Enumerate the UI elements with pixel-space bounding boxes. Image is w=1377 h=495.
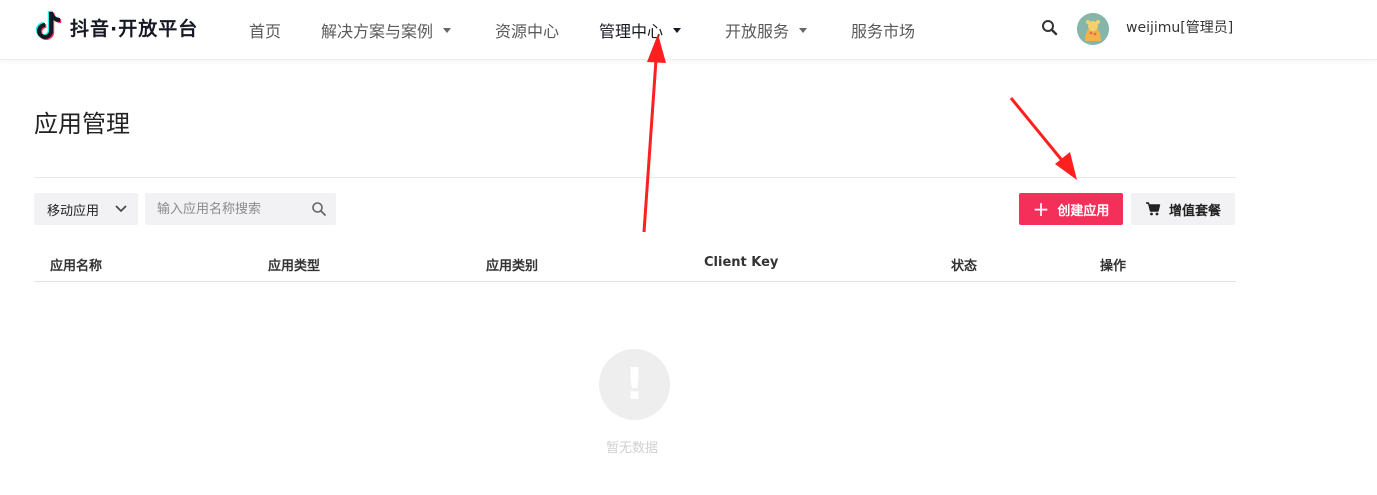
chevron-down-icon — [115, 205, 127, 213]
nav-item-label: 管理中心 — [599, 22, 664, 41]
plus-icon: + — [1032, 197, 1050, 221]
search-icon[interactable] — [311, 201, 327, 217]
create-app-button[interactable]: + 创建应用 — [1019, 193, 1123, 225]
nav-item-solutions[interactable]: 解决方案与案例 — [321, 0, 452, 60]
app-search-box — [145, 193, 336, 225]
column-header-app-type: 应用类型 — [268, 259, 321, 274]
nav-item-label: 首页 — [249, 22, 282, 41]
nav-item-label: 服务市场 — [851, 22, 916, 41]
column-header-client-key: Client Key — [704, 255, 779, 270]
divider — [34, 177, 1236, 178]
column-header-actions: 操作 — [1100, 259, 1127, 274]
nav-item-label: 开放服务 — [725, 22, 790, 41]
column-header-status: 状态 — [951, 259, 978, 274]
avatar[interactable] — [1077, 13, 1109, 45]
nav-item-label: 解决方案与案例 — [321, 22, 434, 41]
caret-down-icon — [443, 27, 452, 33]
douyin-logo-icon — [35, 10, 62, 40]
nav-item-open-services[interactable]: 开放服务 — [725, 0, 808, 60]
avatar-image — [1077, 13, 1109, 45]
nav-item-service-market[interactable]: 服务市场 — [851, 0, 915, 60]
caret-down-icon — [799, 27, 808, 33]
page-title: 应用管理 — [34, 110, 130, 138]
annotation-arrow-to-nav — [642, 34, 666, 233]
nav-item-resources[interactable]: 资源中心 — [495, 0, 559, 60]
annotation-arrow-to-create — [1009, 97, 1077, 180]
table-header-divider — [34, 281, 1236, 282]
nav-item-label: 资源中心 — [495, 22, 560, 41]
empty-state-text: 暂无数据 — [606, 441, 659, 456]
brand-logo[interactable]: 抖音·开放平台 — [34, 10, 198, 44]
caret-down-icon — [673, 27, 682, 33]
platform-select-value: 移动应用 — [47, 203, 100, 219]
search-icon[interactable] — [1040, 18, 1060, 38]
platform-select[interactable]: 移动应用 — [34, 193, 138, 225]
create-app-label: 创建应用 — [1057, 203, 1110, 219]
column-header-app-category: 应用类别 — [486, 259, 539, 274]
value-added-package-button[interactable]: 增值套餐 — [1131, 193, 1235, 225]
nav-item-home[interactable]: 首页 — [249, 0, 281, 60]
top-navigation-bar: 抖音·开放平台 首页 解决方案与案例 资源中心 管理中心 开放服务 服务市场 w… — [0, 0, 1377, 60]
annotation-overlay — [642, 34, 1077, 233]
username[interactable]: weijimu[管理员] — [1126, 17, 1233, 37]
exclamation-icon: ! — [599, 349, 670, 420]
value-added-package-label: 增值套餐 — [1168, 203, 1221, 219]
app-search-input[interactable] — [145, 193, 305, 225]
brand-name: 抖音·开放平台 — [70, 17, 199, 40]
cart-icon — [1145, 202, 1161, 216]
column-header-app-name: 应用名称 — [50, 259, 103, 274]
nav-item-management[interactable]: 管理中心 — [599, 0, 682, 60]
